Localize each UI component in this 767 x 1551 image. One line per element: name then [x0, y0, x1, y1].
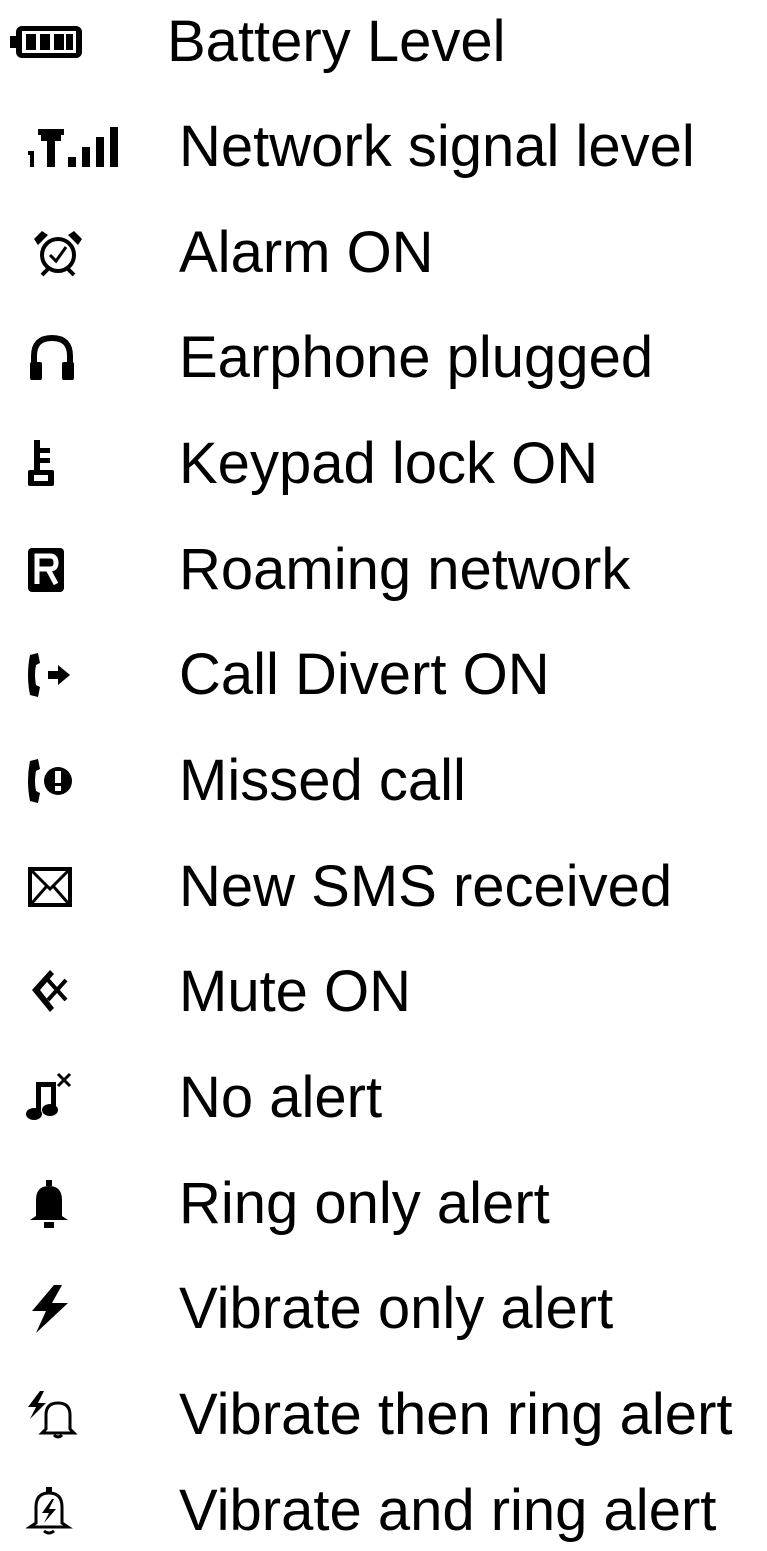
missed-call-icon [24, 755, 84, 807]
status-icon-legend: Battery Level Network signal level Alarm… [0, 0, 767, 1551]
bell-icon [26, 1178, 86, 1230]
key-lock-icon [24, 438, 84, 490]
legend-row-ring-only: Ring only alert [0, 1164, 767, 1244]
vibrate-and-ring-icon [26, 1485, 86, 1537]
call-divert-icon [24, 649, 84, 701]
legend-label: Network signal level [179, 114, 695, 179]
legend-label: Roaming network [179, 537, 631, 602]
legend-label: Vibrate only alert [179, 1276, 614, 1341]
legend-label: Call Divert ON [179, 642, 550, 707]
legend-label: Keypad lock ON [179, 431, 599, 496]
legend-label: Vibrate and ring alert [179, 1478, 717, 1543]
legend-label: Ring only alert [179, 1171, 550, 1236]
legend-label: New SMS received [179, 854, 673, 919]
legend-row-new-sms: New SMS received [0, 847, 767, 927]
legend-label: Earphone plugged [179, 325, 654, 390]
legend-label: No alert [179, 1065, 383, 1130]
legend-row-call-divert: Call Divert ON [0, 635, 767, 715]
legend-label: Vibrate then ring alert [179, 1382, 733, 1447]
envelope-icon [26, 861, 86, 913]
legend-row-vibrate-then-ring: Vibrate then ring alert [0, 1375, 767, 1455]
legend-row-mute: Mute ON [0, 952, 767, 1032]
network-signal-icon [26, 121, 122, 173]
roaming-r-icon [24, 544, 84, 596]
legend-label: Mute ON [179, 959, 412, 1024]
legend-row-alarm: Alarm ON [0, 213, 767, 293]
legend-row-missed-call: Missed call [0, 741, 767, 821]
legend-row-earphone: Earphone plugged [0, 318, 767, 398]
battery-level-icon [8, 16, 86, 68]
earphone-icon [26, 332, 86, 384]
no-alert-music-icon [24, 1072, 84, 1124]
legend-row-battery: Battery Level [0, 2, 767, 82]
vibrate-bolt-icon [24, 1283, 84, 1335]
legend-row-no-alert: No alert [0, 1058, 767, 1138]
legend-row-vibrate-only: Vibrate only alert [0, 1269, 767, 1349]
mute-speaker-icon [26, 966, 86, 1018]
legend-row-roaming: Roaming network [0, 530, 767, 610]
legend-row-network-signal: Network signal level [0, 107, 767, 187]
alarm-clock-icon [28, 227, 88, 279]
legend-label: Missed call [179, 748, 466, 813]
legend-row-vibrate-and-ring: Vibrate and ring alert [0, 1471, 767, 1551]
legend-row-keypad-lock: Keypad lock ON [0, 424, 767, 504]
legend-label: Battery Level [167, 9, 506, 74]
vibrate-then-ring-icon [26, 1389, 86, 1441]
legend-label: Alarm ON [179, 220, 434, 285]
